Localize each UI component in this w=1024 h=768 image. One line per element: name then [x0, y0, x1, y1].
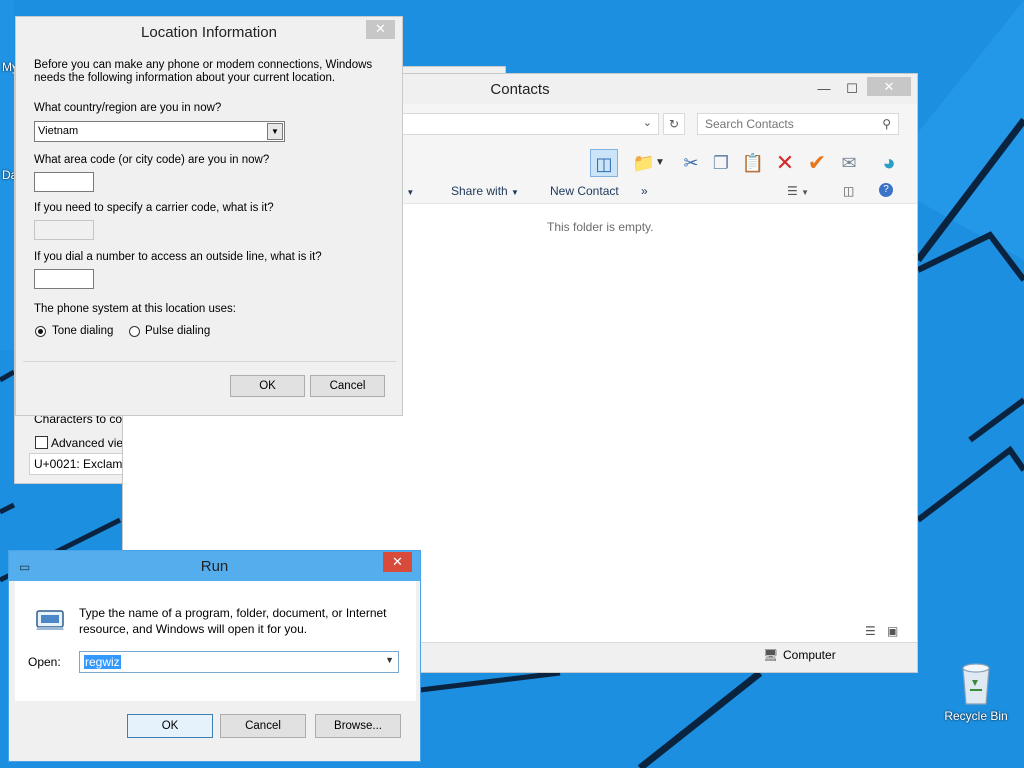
phone-system-label: The phone system at this location uses:: [34, 303, 236, 315]
status-computer-label: Computer: [783, 648, 836, 662]
run-title: Run: [200, 558, 229, 575]
chevron-down-icon[interactable]: ▼: [267, 123, 283, 140]
details-view-icon[interactable]: ☰: [865, 624, 876, 638]
area-code-input[interactable]: [34, 172, 94, 192]
empty-folder-message: This folder is empty.: [547, 220, 654, 234]
outside-line-label: If you dial a number to access an outsid…: [34, 251, 322, 263]
chevron-down-icon[interactable]: ▼: [385, 655, 394, 665]
run-ok-button[interactable]: OK: [127, 714, 213, 738]
chevron-down-icon[interactable]: ▼: [653, 149, 667, 177]
refresh-button[interactable]: ↻: [663, 113, 685, 135]
location-cancel-button[interactable]: Cancel: [310, 375, 385, 397]
run-program-icon: [36, 610, 64, 630]
delete-icon[interactable]: ✕: [771, 149, 799, 177]
search-icon[interactable]: ⚲: [882, 117, 891, 131]
advanced-view-label: Advanced view: [51, 436, 129, 450]
preview-pane-icon[interactable]: ◫: [843, 184, 854, 198]
pulse-dialing-radio[interactable]: [129, 326, 140, 337]
location-panel: Before you can make any phone or modem c…: [23, 50, 396, 362]
open-combobox[interactable]: regwiz ▼: [79, 651, 399, 673]
more-commands-button[interactable]: »: [641, 184, 648, 198]
address-bar[interactable]: ⌄: [401, 113, 659, 135]
help-icon[interactable]: ?: [879, 183, 893, 197]
area-code-label: What area code (or city code) are you in…: [34, 154, 270, 166]
run-browse-button[interactable]: Browse...: [315, 714, 401, 738]
close-button[interactable]: ✕: [867, 77, 911, 96]
location-information-dialog: Location Information ✕ Before you can ma…: [15, 16, 403, 416]
computer-icon: 🖥: [763, 648, 779, 662]
chevron-down-icon[interactable]: ⌄: [643, 116, 652, 129]
tone-dialing-radio[interactable]: [35, 326, 46, 337]
outside-line-input[interactable]: [34, 269, 94, 289]
recycle-bin-label: Recycle Bin: [944, 709, 1008, 723]
new-contact-button[interactable]: New Contact: [550, 184, 619, 198]
copy-icon[interactable]: ❐: [707, 149, 735, 177]
carrier-code-label: If you need to specify a carrier code, w…: [34, 202, 274, 214]
refresh-icon: ↻: [668, 117, 680, 131]
run-body: Type the name of a program, folder, docu…: [15, 581, 416, 701]
checkmark-icon[interactable]: ✔: [803, 149, 831, 177]
run-description: Type the name of a program, folder, docu…: [79, 606, 387, 636]
view-options-icon[interactable]: ☰ ▼: [787, 184, 809, 198]
country-value: Vietnam: [38, 125, 79, 137]
location-titlebar: Location Information: [16, 17, 402, 47]
minimize-button[interactable]: —: [811, 78, 837, 100]
cut-icon[interactable]: ✂: [677, 149, 705, 177]
country-label: What country/region are you in now?: [34, 102, 222, 114]
location-ok-button[interactable]: OK: [230, 375, 305, 397]
paste-icon[interactable]: 📋: [739, 149, 767, 177]
run-cancel-button[interactable]: Cancel: [220, 714, 306, 738]
run-dialog: ▭ Run ✕ Type the name of a program, fold…: [8, 550, 421, 762]
large-icons-view-icon[interactable]: ▣: [887, 624, 898, 638]
contacts-title: Contacts: [490, 81, 550, 98]
recycle-bin-desktop-icon[interactable]: Recycle Bin: [944, 660, 1008, 723]
pane-icon[interactable]: ◫: [590, 149, 618, 177]
country-select[interactable]: Vietnam ▼: [34, 121, 285, 142]
open-input-value[interactable]: regwiz: [84, 655, 121, 669]
search-input[interactable]: [698, 114, 868, 134]
tone-dialing-label[interactable]: Tone dialing: [52, 325, 113, 337]
search-box[interactable]: ⚲: [697, 113, 899, 135]
character-status-text: U+0021: Exclamation Mark: [29, 453, 127, 475]
recycle-bin-icon: [962, 663, 990, 705]
location-close-button[interactable]: ✕: [366, 20, 395, 39]
run-titlebar: ▭ Run: [9, 551, 420, 581]
location-intro-text: Before you can make any phone or modem c…: [34, 59, 373, 84]
email-icon[interactable]: ✉: [835, 149, 863, 177]
location-title: Location Information: [141, 24, 277, 41]
run-app-icon: ▭: [19, 560, 31, 574]
open-label: Open:: [28, 655, 61, 669]
pulse-dialing-label[interactable]: Pulse dialing: [145, 325, 210, 337]
maximize-button[interactable]: ☐: [839, 78, 865, 100]
run-close-button[interactable]: ✕: [383, 552, 412, 572]
carrier-code-input: [34, 220, 94, 240]
share-with-button[interactable]: Share with ▼: [451, 184, 519, 198]
advanced-view-checkbox[interactable]: [35, 436, 48, 449]
shell-icon[interactable]: ◕: [875, 149, 903, 177]
